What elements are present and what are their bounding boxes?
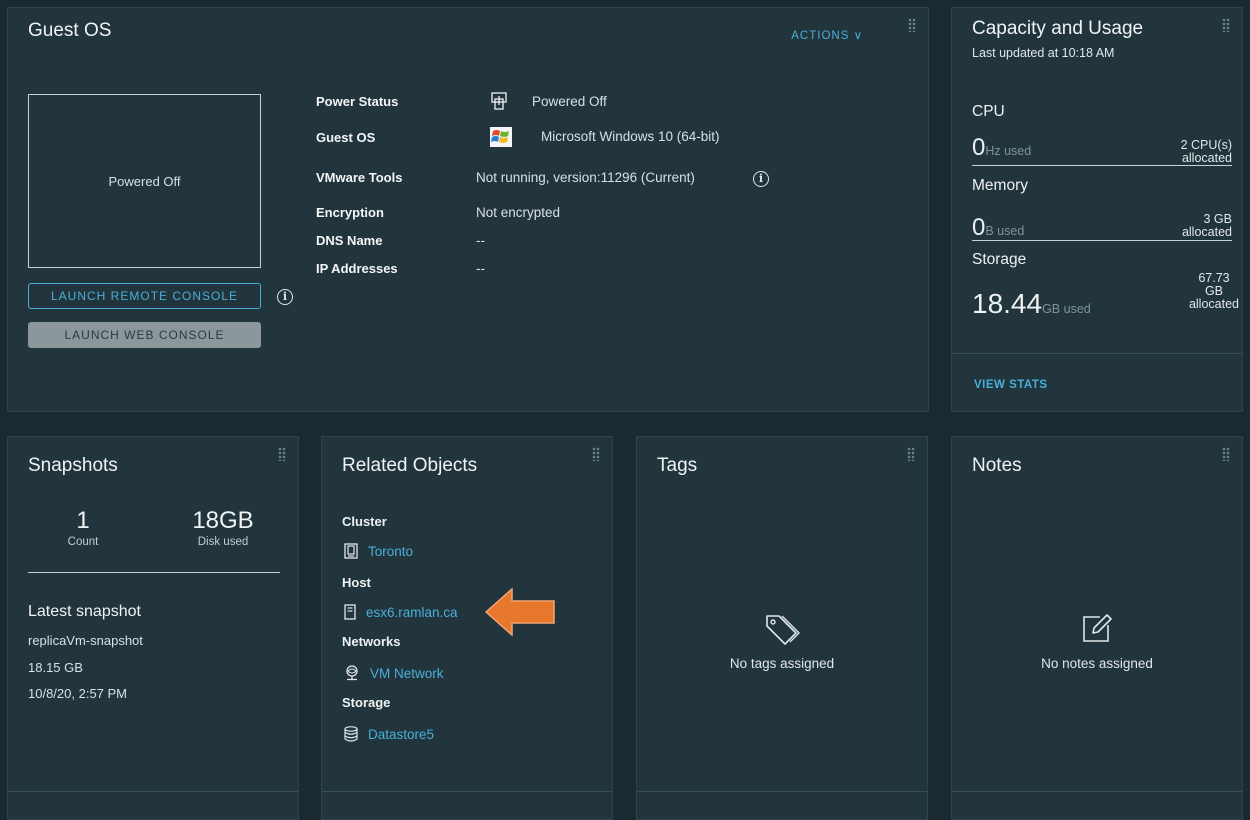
memory-used: 0B used xyxy=(972,214,1025,241)
tags-empty-text: No tags assigned xyxy=(729,656,835,671)
console-status-text: Powered Off xyxy=(108,173,181,189)
storage-used: 18.44GB used xyxy=(972,288,1091,319)
guest-os-label: Guest OS xyxy=(316,130,376,145)
related-objects-title: Related Objects xyxy=(342,455,478,476)
info-icon[interactable]: i xyxy=(277,289,293,305)
divider xyxy=(28,572,280,573)
cpu-used: 0Hz used xyxy=(972,134,1032,161)
notes-empty-text: No notes assigned xyxy=(1041,656,1153,671)
actions-menu-button[interactable]: ACTIONS ∨ xyxy=(791,28,863,42)
divider xyxy=(637,791,927,792)
snapshots-title: Snapshots xyxy=(28,455,118,476)
drag-handle-icon[interactable] xyxy=(1222,18,1230,32)
power-status-label: Power Status xyxy=(316,94,399,109)
power-status-icon xyxy=(490,92,508,113)
datastore-link[interactable]: Datastore5 xyxy=(344,726,434,742)
windows-logo-icon xyxy=(490,127,512,150)
drag-handle-icon[interactable] xyxy=(907,447,915,461)
network-link[interactable]: VM Network xyxy=(344,665,444,681)
storage-allocated: 67.73 GB allocated xyxy=(1188,271,1239,311)
drag-handle-icon[interactable] xyxy=(592,447,600,461)
network-icon xyxy=(344,665,360,681)
cpu-usage-bar xyxy=(972,165,1232,166)
host-heading: Host xyxy=(342,575,371,590)
memory-allocated: 3 GB allocated xyxy=(1181,212,1232,239)
divider xyxy=(952,353,1242,354)
latest-snapshot-date: 10/8/20, 2:57 PM xyxy=(28,686,128,701)
info-icon[interactable]: i xyxy=(753,171,769,187)
notes-title: Notes xyxy=(972,455,1022,476)
storage-heading: Storage xyxy=(342,695,391,710)
cluster-link[interactable]: Toronto xyxy=(344,543,413,559)
divider xyxy=(322,791,612,792)
ip-addresses-label: IP Addresses xyxy=(316,261,398,276)
encryption-label: Encryption xyxy=(316,205,384,220)
capacity-card: Capacity and Usage Last updated at 10:18… xyxy=(951,7,1243,412)
latest-snapshot-name: replicaVm-snapshot xyxy=(28,633,143,648)
guest-os-title: Guest OS xyxy=(28,20,112,41)
memory-usage-bar xyxy=(972,240,1232,241)
divider xyxy=(952,791,1242,792)
encryption-value: Not encrypted xyxy=(476,205,561,220)
dns-name-label: DNS Name xyxy=(316,233,383,248)
snapshot-count-label: Count xyxy=(67,536,99,548)
snapshots-card: Snapshots 1 Count 18GB Disk used Latest … xyxy=(7,436,299,820)
networks-heading: Networks xyxy=(342,634,401,649)
last-updated-text: Last updated at 10:18 AM xyxy=(972,46,1115,60)
tag-icon xyxy=(766,615,800,645)
cpu-allocated: 2 CPU(s) allocated xyxy=(1180,138,1232,165)
annotation-arrow-icon xyxy=(484,587,555,637)
storage-label: Storage xyxy=(972,251,1027,268)
launch-remote-console-button[interactable]: LAUNCH REMOTE CONSOLE xyxy=(28,283,261,309)
cluster-heading: Cluster xyxy=(342,514,387,529)
notes-card: Notes No notes assigned xyxy=(951,436,1243,820)
guest-os-card: Guest OS ACTIONS ∨ Powered Off LAUNCH RE… xyxy=(7,7,929,412)
edit-note-icon xyxy=(1083,614,1112,642)
launch-web-console-button[interactable]: LAUNCH WEB CONSOLE xyxy=(28,322,261,348)
vmware-tools-value: Not running, version:11296 (Current) xyxy=(476,170,695,185)
memory-label: Memory xyxy=(972,177,1028,194)
divider xyxy=(8,791,298,792)
snapshot-disk-label: Disk used xyxy=(197,536,249,548)
datastore-icon xyxy=(344,726,358,742)
vmware-tools-label: VMware Tools xyxy=(316,170,403,185)
cluster-icon xyxy=(344,543,358,559)
capacity-title: Capacity and Usage xyxy=(972,18,1144,39)
latest-snapshot-title: Latest snapshot xyxy=(28,603,141,620)
tags-card: Tags No tags assigned xyxy=(636,436,928,820)
drag-handle-icon[interactable] xyxy=(278,447,286,461)
dns-name-value: -- xyxy=(476,233,485,248)
view-stats-link[interactable]: VIEW STATS xyxy=(974,379,1048,391)
console-thumbnail[interactable]: Powered Off xyxy=(28,94,261,268)
cpu-label: CPU xyxy=(972,103,1005,120)
drag-handle-icon[interactable] xyxy=(1222,447,1230,461)
snapshot-count: 1 xyxy=(76,507,90,534)
host-icon xyxy=(344,604,356,620)
tags-title: Tags xyxy=(657,455,698,476)
ip-addresses-value: -- xyxy=(476,261,485,276)
host-link[interactable]: esx6.ramlan.ca xyxy=(344,604,458,620)
latest-snapshot-size: 18.15 GB xyxy=(28,660,83,675)
drag-handle-icon[interactable] xyxy=(908,18,916,32)
snapshot-disk-used: 18GB xyxy=(192,507,254,534)
related-objects-card: Related Objects Cluster Toronto Host esx… xyxy=(321,436,613,820)
